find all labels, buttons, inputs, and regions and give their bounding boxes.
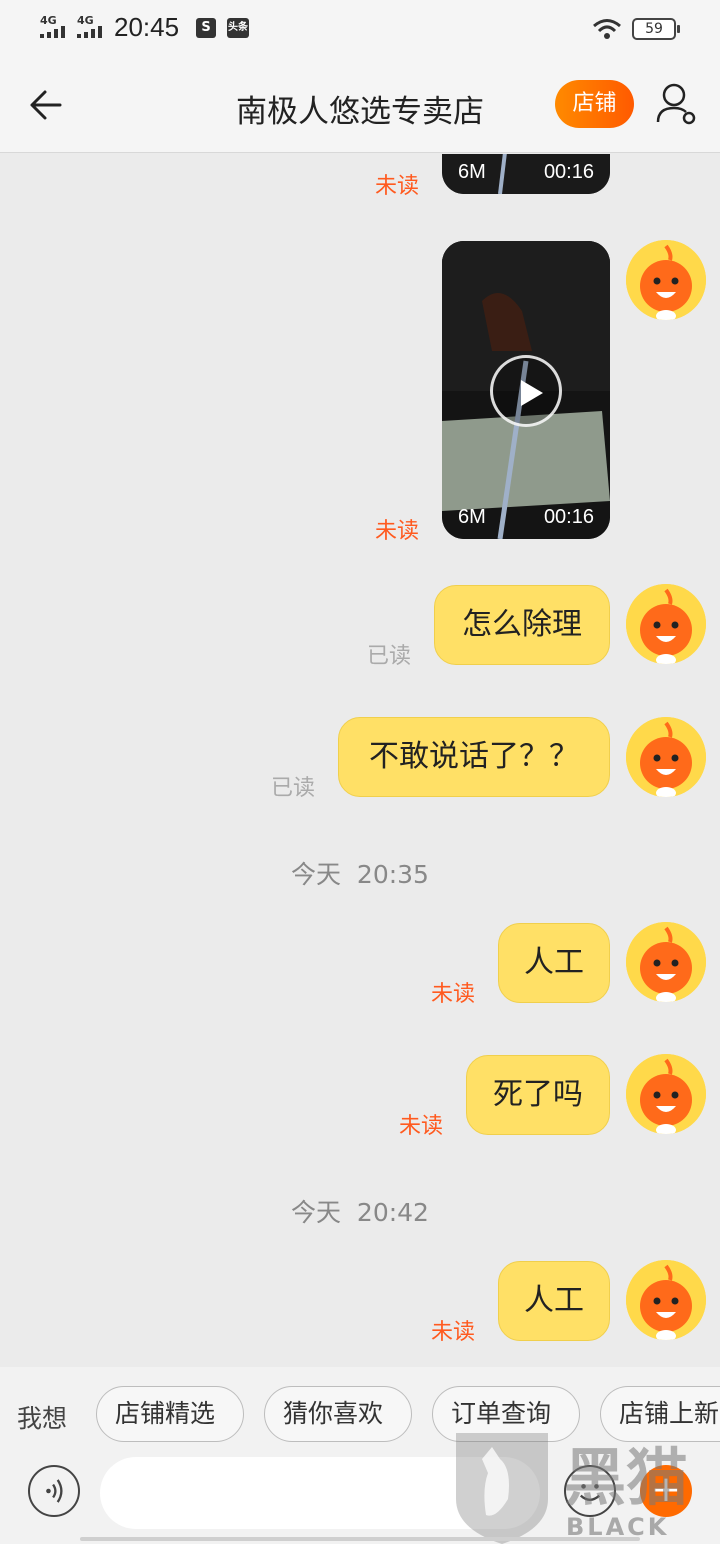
play-icon[interactable] [490,355,562,427]
voice-icon[interactable] [28,1465,80,1517]
signal-icon [40,26,72,38]
timestamp: 今天 20:35 [291,860,429,889]
mascot-avatar-icon [626,1260,706,1340]
video-duration: 00:16 [543,161,594,183]
read-status: 已读 [367,644,412,669]
video-duration: 00:16 [543,506,594,528]
message-bubble[interactable]: 不敢说话了？？ [338,717,610,797]
video-message-partial[interactable]: 6M 00:16 [442,154,610,194]
read-status: 未读 [399,1114,444,1139]
signal-icon [77,26,109,38]
read-status: 已读 [271,776,316,801]
mascot-avatar-icon [626,584,706,664]
status-bar: 4G 4G 20:45 S 头条 59 [0,0,720,56]
quick-reply-chip[interactable]: 店铺精选 [96,1386,244,1442]
video-size: 6M [458,506,486,528]
message-bubble[interactable]: 人工 [498,923,610,1003]
timestamp: 今天 20:42 [291,1198,429,1227]
clock: 20:45 [114,12,180,42]
user-settings-icon[interactable] [654,80,700,128]
avatar[interactable] [626,922,706,1002]
wifi-icon [593,19,621,39]
app-notification-icon: S [196,18,216,38]
message-bubble[interactable]: 人工 [498,1261,610,1341]
mascot-avatar-icon [626,717,706,797]
video-size: 6M [458,161,486,183]
quick-reply-chip[interactable]: 猜你喜欢 [264,1386,412,1442]
avatar[interactable] [626,240,706,320]
mascot-avatar-icon [626,240,706,320]
watermark-cn: 黑猫 [564,1441,688,1514]
read-status: 未读 [431,1320,476,1345]
avatar[interactable] [626,1260,706,1340]
home-indicator [80,1537,640,1541]
avatar[interactable] [626,1054,706,1134]
nav-bar: 南极人悠选专卖店 店铺 [0,56,720,153]
shop-button[interactable]: 店铺 [555,80,634,128]
message-bubble[interactable]: 怎么除理 [434,585,610,665]
avatar[interactable] [626,584,706,664]
message-bubble[interactable]: 死了吗 [466,1055,610,1135]
quick-reply-label: 我想 [17,1404,68,1433]
mascot-avatar-icon [626,922,706,1002]
mascot-avatar-icon [626,1054,706,1134]
read-status: 未读 [431,982,476,1007]
bottom-panel: 我想 店铺精选 猜你喜欢 订单查询 店铺上新 + 黑猫 BLACK CAT [0,1367,720,1544]
chat-area[interactable]: 6M 00:16 未读 6M 00:16 未读 怎么除理 已读 不敢说话了？？ … [0,154,720,1367]
read-status: 未读 [375,174,420,199]
avatar[interactable] [626,717,706,797]
video-message[interactable]: 6M 00:16 [442,241,610,539]
read-status: 未读 [375,519,420,544]
battery-icon: 59 [632,18,680,40]
toutiao-icon: 头条 [227,18,249,38]
